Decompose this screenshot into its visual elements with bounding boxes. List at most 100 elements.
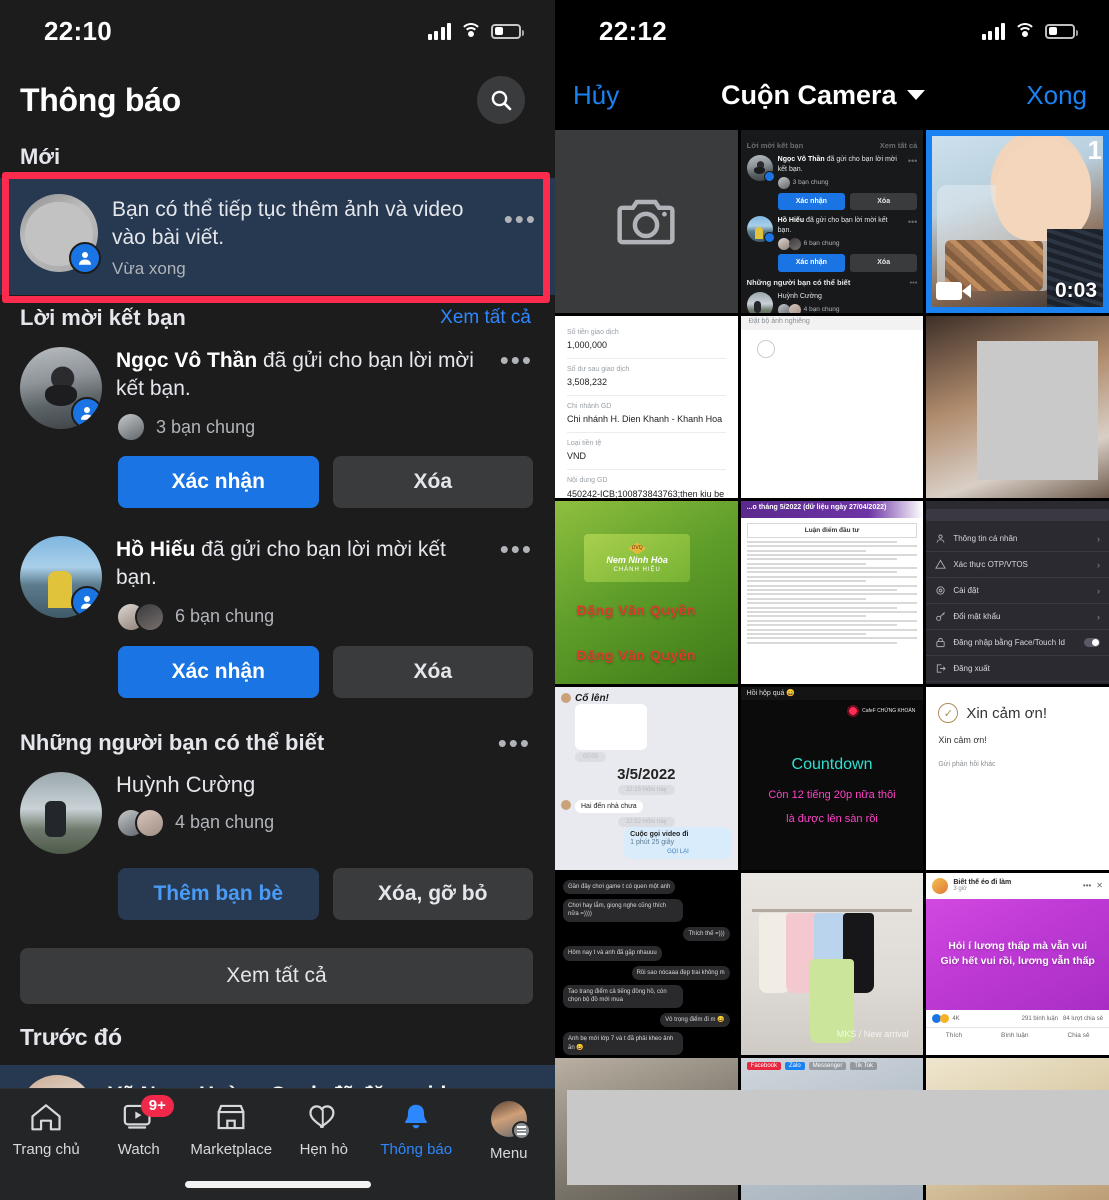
thanks-title: Xin cảm ơn! xyxy=(966,704,1048,722)
settings-label: Cài đặt xyxy=(953,586,979,596)
notification-body: Bạn có thể tiếp tục thêm ảnh và video và… xyxy=(112,194,482,279)
grid-cell-camera[interactable] xyxy=(555,130,738,313)
grid-cell-thanks-screenshot[interactable]: ✓ Xin cảm ơn! Xin cảm ơn! Gửi phản hồi kh… xyxy=(926,687,1109,870)
page-name: Biết thế éo đi làm xyxy=(953,879,1012,887)
add-friend-button[interactable]: Thêm bạn bè xyxy=(118,867,319,920)
request-text: Ngọc Vô Thần đã gửi cho bạn lời mời kết … xyxy=(116,348,474,400)
friend-request-row[interactable]: Ngọc Vô Thần đã gửi cho bạn lời mời kết … xyxy=(0,341,555,530)
mutual-friends: 4 bạn chung xyxy=(116,807,533,838)
countdown-line1: Còn 12 tiếng 20p nữa thôi xyxy=(768,789,896,802)
person-badge-icon xyxy=(69,242,101,274)
wifi-icon xyxy=(460,22,482,40)
pymk-item[interactable]: Huỳnh Cường 4 bạn chung Thêm bạn bè Xóa,… xyxy=(0,764,555,942)
cancel-button[interactable]: Hủy xyxy=(573,80,619,111)
request-menu-button[interactable]: ••• xyxy=(500,536,533,562)
search-button[interactable] xyxy=(477,76,525,124)
like-action: Thích xyxy=(945,1032,963,1040)
watermark: Đặng Văn Quyền xyxy=(576,601,696,618)
tab-watch[interactable]: 9+ Watch xyxy=(93,1095,186,1158)
pymk-name: Huỳnh Cường xyxy=(116,771,256,797)
circle-shape xyxy=(756,339,775,358)
avatar[interactable] xyxy=(20,346,102,429)
wifi-icon xyxy=(1014,22,1036,40)
settings-row: Đăng nhập bằng Face/Touch Id xyxy=(926,630,1109,657)
share-count: 84 lượt chia sẻ xyxy=(1063,1015,1103,1022)
thumb-confirm: Xác nhận xyxy=(777,193,845,211)
tab-label: Menu xyxy=(489,1145,528,1162)
watermark: MKS / New arrival xyxy=(836,1028,909,1039)
settings-row: Cài đặt › xyxy=(926,578,1109,605)
grid-cell-countdown[interactable]: Hồi hộp quá 😄 CafeF CHỨNG KHOÁN Countdow… xyxy=(740,687,924,870)
grid-cell-selected-video[interactable]: 0:03 1 xyxy=(926,130,1109,313)
request-menu-button[interactable]: ••• xyxy=(500,347,533,373)
avatar xyxy=(932,877,949,894)
done-button[interactable]: Xong xyxy=(1026,80,1091,111)
chat-line: Anh bẹ mới lớp 7 và t đã phải kheo ảnh ă… xyxy=(563,1032,683,1055)
grid-cell-chat-screenshot[interactable]: Cố lên! 00:00 3/5/2022 22:15 Hôm nay Hai… xyxy=(555,687,738,870)
delete-button[interactable]: Xóa xyxy=(332,456,533,509)
grid-cell-clothes-photo[interactable]: MKS / New arrival xyxy=(740,872,924,1056)
receipt-value: Chi nhánh H. Dien Khanh - Khanh Hoa xyxy=(567,414,723,425)
avatar xyxy=(746,291,773,313)
tab-dating[interactable]: Hẹn hò xyxy=(278,1101,371,1158)
marketplace-icon xyxy=(217,1104,245,1130)
tab-notifications[interactable]: Thông báo xyxy=(370,1101,463,1158)
notification-menu-button[interactable]: ••• xyxy=(496,194,537,232)
delete-button[interactable]: Xóa xyxy=(332,645,533,698)
chevron-right-icon: › xyxy=(1097,533,1100,544)
confirm-button[interactable]: Xác nhận xyxy=(118,456,319,509)
see-all-button[interactable]: Xem tất cả xyxy=(20,947,533,1004)
settings-row: Xác thực OTP/VTOS › xyxy=(926,552,1109,579)
see-all-link[interactable]: Xem tất cả xyxy=(440,307,531,329)
person-badge-icon xyxy=(71,586,102,619)
grid-cell-fb-post[interactable]: Biết thế éo đi làm 3 giờ ••• ✕ Hỏi í lươn… xyxy=(926,872,1109,1056)
receipt-value: 1,000,000 xyxy=(567,339,608,350)
notifications-header: Thông báo xyxy=(0,62,555,134)
remove-button[interactable]: Xóa, gỡ bỏ xyxy=(332,867,533,920)
grid-cell-white-note[interactable]: Đặt bộ ảnh nghiêng xyxy=(740,315,924,499)
pymk-menu-button[interactable]: ••• xyxy=(498,730,531,756)
grid-cell-dark-chat[interactable]: Gần đây chơi game t có quen một anh Chơi… xyxy=(555,872,738,1056)
warning-icon xyxy=(935,559,947,569)
chat-line: Chơi hay lắm, giọng nghe cũng thích nữa … xyxy=(563,899,683,922)
note-topbar: Đặt bộ ảnh nghiêng xyxy=(740,315,924,330)
tab-home[interactable]: Trang chủ xyxy=(0,1101,93,1158)
notification-text: Bạn có thể tiếp tục thêm ảnh và video và… xyxy=(112,198,464,249)
avatar[interactable] xyxy=(20,536,102,619)
grid-cell-receipt[interactable]: Số tiền giao dịch 1,000,000 Số dư sau gia… xyxy=(555,315,738,499)
grid-cell-photo-hands[interactable] xyxy=(926,315,1109,499)
receipt-label: Chi nhánh GD xyxy=(567,403,612,411)
chat-message: Hai đến nhà chưa xyxy=(575,800,643,814)
person-badge-icon xyxy=(71,396,102,429)
comment-action: Bình luận xyxy=(1001,1032,1029,1040)
settings-label: Thông tin cá nhân xyxy=(953,534,1018,544)
tab-marketplace[interactable]: Marketplace xyxy=(185,1101,278,1158)
section-title-friend-requests: Lời mời kết bạn xyxy=(20,304,186,330)
dark-chat-lines: Gần đây chơi game t có quen một anh Chơi… xyxy=(555,872,738,1056)
battery-icon xyxy=(1045,23,1078,39)
section-new: Mới xyxy=(0,134,555,178)
avatar xyxy=(746,155,775,183)
grid-cell-screenshot-facebook[interactable]: Lời mời kết bạn Xem tất cả Ngọc Vô Thần đ… xyxy=(740,130,924,313)
confirm-button[interactable]: Xác nhận xyxy=(118,645,319,698)
facebook-notifications-panel: 22:10 Thông báo Mới Bạn có thể tiếp tục … xyxy=(0,0,555,1200)
request-name: Hồ Hiếu xyxy=(116,538,196,562)
brand-logo: CafeF CHỨNG KHOÁN xyxy=(847,705,915,718)
mutual-friends: 6 bạn chung xyxy=(116,601,486,632)
friend-request-row[interactable]: Hồ Hiếu đã gửi cho bạn lời mời kết bạn. … xyxy=(0,530,555,719)
grid-cell-report[interactable]: ...o tháng 5/2022 (dữ liệu ngày 27/04/20… xyxy=(740,501,924,685)
avatar[interactable] xyxy=(20,771,102,854)
settings-label: Xác thực OTP/VTOS xyxy=(953,560,1028,570)
tab-menu[interactable]: Menu xyxy=(463,1101,556,1162)
chat-line: Tao trang điểm cả tiếng đồng hồ, còn chọ… xyxy=(563,985,683,1008)
album-selector[interactable]: Cuộn Camera xyxy=(721,80,925,111)
picker-header: Hủy Cuộn Camera Xong xyxy=(555,62,1109,130)
grid-cell-settings-screenshot[interactable]: Thông tin cá nhân › Xác thực OTP/VTOS › … xyxy=(926,501,1109,685)
chat-line: Rồi sao nócaaa đẹp trai không m xyxy=(631,965,730,981)
grid-cell-product-photo[interactable]: DVQ Nem Ninh Hòa CHÁNH HIỆU Đặng Văn Quy… xyxy=(555,501,738,685)
settings-label: Đổi mật khẩu xyxy=(953,612,1001,622)
thumb-pymk-title: Những người bạn có thể biết xyxy=(746,277,851,287)
app-label: Zalo xyxy=(785,1062,805,1071)
notification-item-highlighted[interactable]: Bạn có thể tiếp tục thêm ảnh và video và… xyxy=(0,178,555,295)
post-menu-icon: ••• xyxy=(1082,881,1092,891)
